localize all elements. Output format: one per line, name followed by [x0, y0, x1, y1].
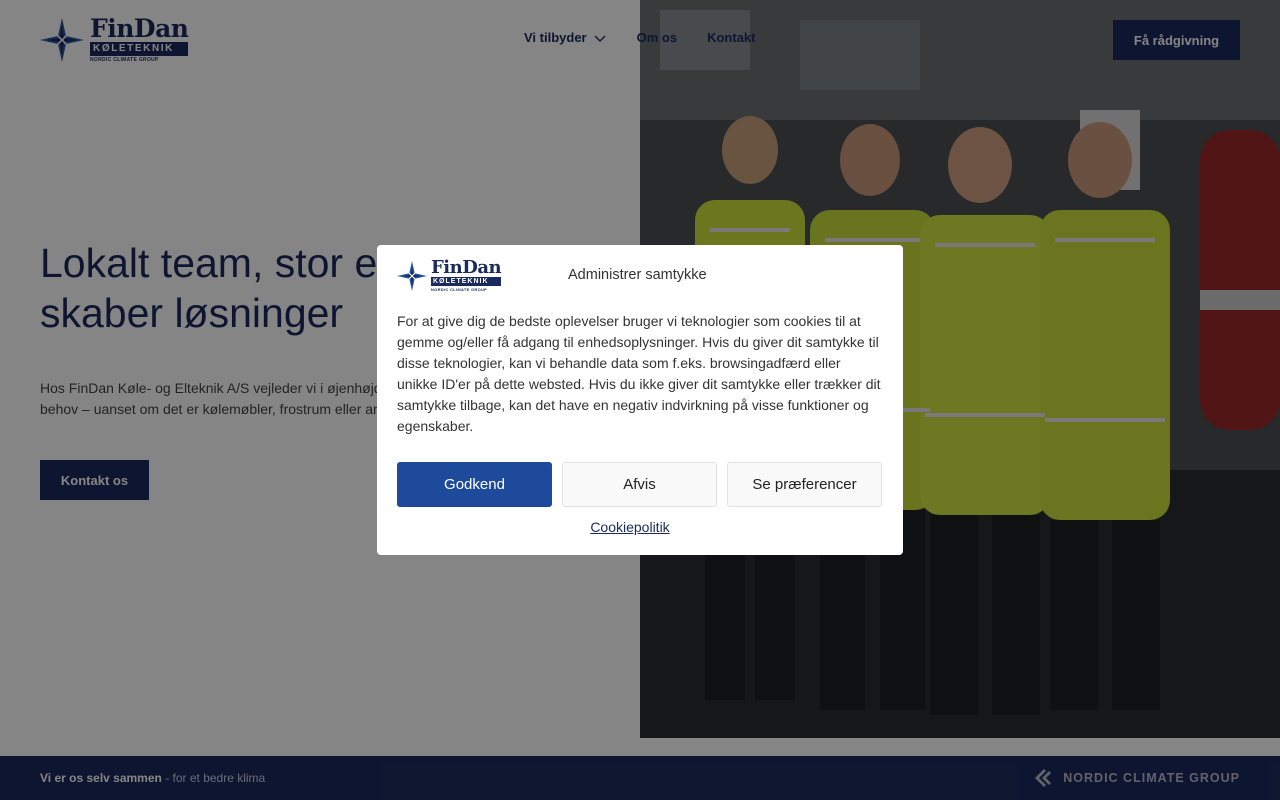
cookie-policy-link[interactable]: Cookiepolitik — [377, 519, 883, 535]
brand-group: NORDIC CLIMATE GROUP — [431, 287, 488, 292]
deny-button[interactable]: Afvis — [562, 462, 717, 507]
brand-subtitle: KØLETEKNIK — [431, 277, 502, 286]
accept-button[interactable]: Godkend — [397, 462, 552, 507]
cookie-consent-dialog: FinDan KØLETEKNIK NORDIC CLIMATE GROUP A… — [377, 245, 903, 555]
dialog-title: Administrer samtykke — [568, 267, 707, 283]
dialog-logo: FinDan KØLETEKNIK NORDIC CLIMATE GROUP — [397, 257, 502, 292]
findan-logo-icon — [397, 260, 427, 291]
brand-name: FinDan — [431, 257, 502, 278]
dialog-body: For at give dig de bedste oplevelser bru… — [397, 313, 881, 434]
dialog-buttons: Godkend Afvis Se præferencer — [397, 462, 883, 507]
preferences-button[interactable]: Se præferencer — [727, 462, 882, 507]
